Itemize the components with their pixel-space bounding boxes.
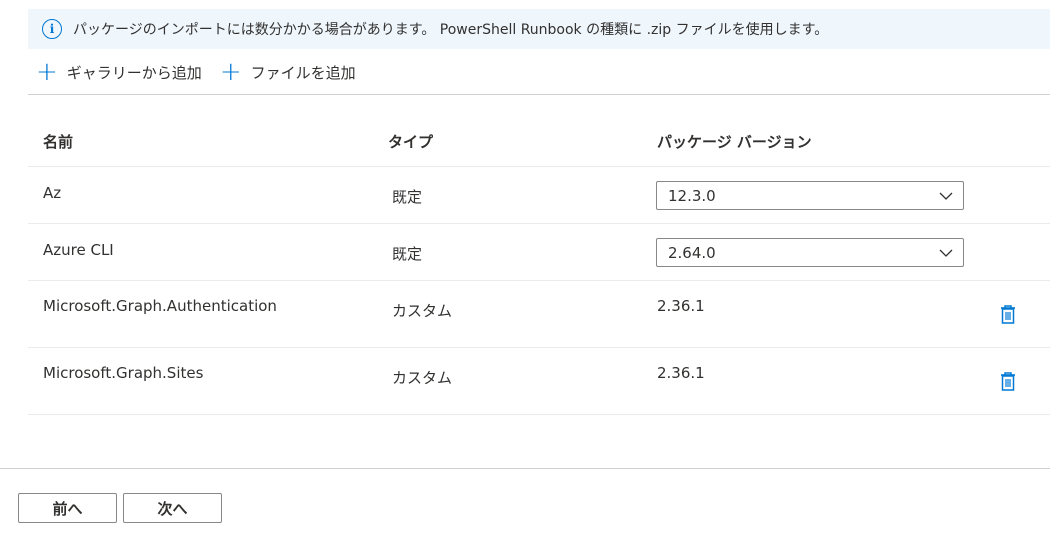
package-name: Microsoft.Graph.Sites bbox=[43, 364, 204, 382]
table-row: Azure CLI 既定 2.64.0 bbox=[28, 224, 1050, 281]
package-name: Microsoft.Graph.Authentication bbox=[43, 297, 277, 315]
chevron-down-icon bbox=[939, 192, 953, 200]
plus-icon: + bbox=[219, 57, 242, 87]
table-row: Microsoft.Graph.Authentication カスタム 2.36… bbox=[28, 281, 1050, 348]
table-row: Az 既定 12.3.0 bbox=[28, 167, 1050, 224]
footer-divider bbox=[0, 468, 1050, 469]
toolbar: + ギャラリーから追加 + ファイルを追加 bbox=[36, 58, 374, 86]
package-version: 2.36.1 bbox=[657, 364, 705, 382]
table-header: 名前 タイプ パッケージ バージョン bbox=[28, 113, 1050, 167]
package-version: 2.36.1 bbox=[657, 297, 705, 315]
package-table: 名前 タイプ パッケージ バージョン Az 既定 12.3.0 Azure CL… bbox=[28, 113, 1050, 415]
add-from-gallery-button[interactable]: + ギャラリーから追加 bbox=[36, 59, 202, 85]
version-value: 12.3.0 bbox=[668, 186, 716, 205]
divider bbox=[28, 94, 1050, 95]
column-header-type[interactable]: タイプ bbox=[388, 131, 433, 152]
version-dropdown[interactable]: 2.64.0 bbox=[656, 238, 964, 267]
table-row: Microsoft.Graph.Sites カスタム 2.36.1 bbox=[28, 348, 1050, 415]
plus-icon: + bbox=[36, 57, 58, 87]
info-text: パッケージのインポートには数分かかる場合があります。 PowerShell Ru… bbox=[73, 22, 829, 38]
package-type: カスタム bbox=[392, 302, 453, 320]
version-dropdown[interactable]: 12.3.0 bbox=[656, 181, 964, 210]
chevron-down-icon bbox=[939, 249, 953, 257]
info-banner: i パッケージのインポートには数分かかる場合があります。 PowerShell … bbox=[28, 9, 1050, 49]
info-icon: i bbox=[42, 19, 62, 39]
column-header-version[interactable]: パッケージ バージョン bbox=[657, 131, 812, 152]
previous-button[interactable]: 前へ bbox=[18, 493, 117, 523]
version-value: 2.64.0 bbox=[668, 243, 716, 262]
add-file-button[interactable]: + ファイルを追加 bbox=[220, 59, 356, 85]
delete-icon[interactable] bbox=[998, 370, 1018, 392]
package-type: 既定 bbox=[392, 188, 423, 206]
package-type: 既定 bbox=[392, 245, 423, 263]
delete-icon[interactable] bbox=[998, 303, 1018, 325]
column-header-name[interactable]: 名前 bbox=[43, 131, 73, 152]
package-name: Azure CLI bbox=[43, 241, 114, 259]
add-file-label: ファイルを追加 bbox=[250, 63, 356, 82]
package-type: カスタム bbox=[392, 369, 453, 387]
package-name: Az bbox=[43, 184, 62, 202]
next-button[interactable]: 次へ bbox=[123, 493, 222, 523]
add-from-gallery-label: ギャラリーから追加 bbox=[66, 63, 202, 82]
